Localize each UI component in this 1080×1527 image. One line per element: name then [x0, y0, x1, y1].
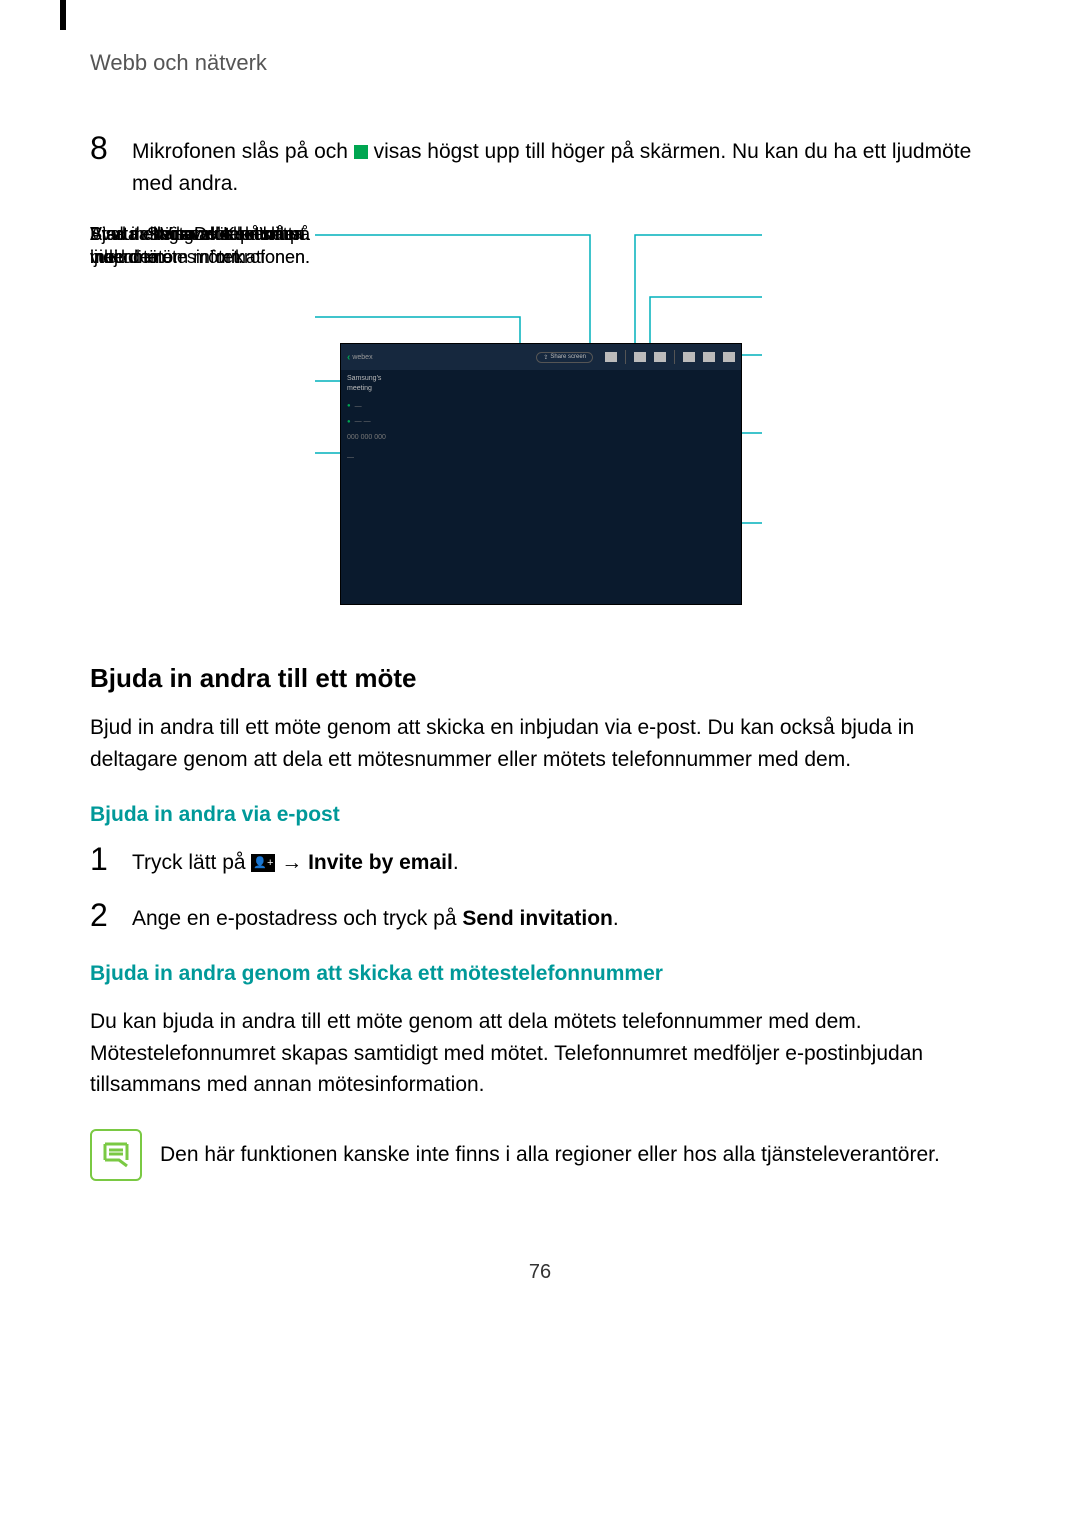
annotated-figure: Stäng av eller slå på mikrofonen. Dela s… — [90, 223, 990, 623]
heading-via-phone: Bjuda in andra genom att skicka ett möte… — [90, 962, 990, 986]
app-toolbar: ‹ webex ⇪ Share screen — [341, 344, 741, 370]
text-bold: Invite by email — [308, 851, 453, 874]
note-block: Den här funktionen kanske inte finns i a… — [90, 1129, 990, 1181]
step-text: Mikrofonen slås på och visas högst upp t… — [132, 136, 990, 199]
logo-text: webex — [352, 354, 372, 361]
step-8: 8 Mikrofonen slås på och visas högst upp… — [90, 136, 990, 199]
meeting-number: 000 000 000 — [347, 433, 437, 443]
section-header: Webb och nätverk — [90, 50, 990, 76]
toolbar-divider — [625, 350, 626, 364]
step-text-pre: Mikrofonen slås på och — [132, 140, 354, 163]
callout-participants: Visa deltagarna och chatta med dem. — [90, 223, 310, 270]
page-number: 76 — [90, 1261, 990, 1284]
page: Webb och nätverk 8 Mikrofonen slås på oc… — [0, 0, 1080, 1490]
step-number: 2 — [90, 899, 116, 931]
text-post: . — [613, 907, 619, 930]
note-text: Den här funktionen kanske inte finns i a… — [160, 1129, 940, 1171]
invite-icon[interactable] — [703, 352, 715, 362]
participants-icon[interactable] — [683, 352, 695, 362]
paragraph-invite-intro: Bjud in andra till ett möte genom att sk… — [90, 712, 990, 775]
back-chevron-icon[interactable]: ‹ — [347, 352, 350, 363]
toolbar-divider — [674, 350, 675, 364]
app-screenshot: ‹ webex ⇪ Share screen — [340, 343, 742, 605]
mic-indicator-icon — [354, 145, 368, 159]
text-pre: Ange en e-postadress och tryck på — [132, 907, 462, 930]
heading-invite-others: Bjuda in andra till ett möte — [90, 663, 990, 694]
step-number: 8 — [90, 132, 116, 164]
share-label: Share screen — [550, 354, 586, 360]
video-icon[interactable] — [634, 352, 646, 362]
share-icon: ⇪ — [543, 354, 548, 361]
text-pre: Tryck lätt på — [132, 851, 251, 874]
share-screen-button[interactable]: ⇪ Share screen — [536, 352, 593, 363]
text-bold: Send invitation — [462, 907, 613, 930]
note-icon — [90, 1129, 142, 1181]
toolbar-icons — [605, 350, 735, 364]
email-step-2: 2 Ange en e-postadress och tryck på Send… — [90, 903, 990, 935]
step-number: 1 — [90, 843, 116, 875]
paragraph-via-phone: Du kan bjuda in andra till ett möte geno… — [90, 1006, 990, 1101]
audio-icon[interactable] — [654, 352, 666, 362]
email-step-1: 1 Tryck lätt på 👤+ → Invite by email. — [90, 847, 990, 879]
step-text: Tryck lätt på 👤+ → Invite by email. — [132, 847, 990, 879]
meeting-sidebar: Samsung's meeting ●— ●— — 000 000 000 — — [347, 374, 437, 463]
margin-tab — [60, 0, 66, 30]
step-text: Ange en e-postadress och tryck på Send i… — [132, 903, 990, 935]
arrow-text: → — [275, 851, 308, 874]
meeting-title-line2: meeting — [347, 384, 437, 394]
end-meeting-icon[interactable] — [723, 352, 735, 362]
text-post: . — [453, 851, 459, 874]
app-logo: ‹ webex — [347, 352, 373, 363]
add-person-icon: 👤+ — [251, 854, 275, 872]
meeting-title-line1: Samsung's — [347, 374, 437, 384]
mic-icon[interactable] — [605, 352, 617, 362]
heading-via-email: Bjuda in andra via e-post — [90, 803, 990, 827]
